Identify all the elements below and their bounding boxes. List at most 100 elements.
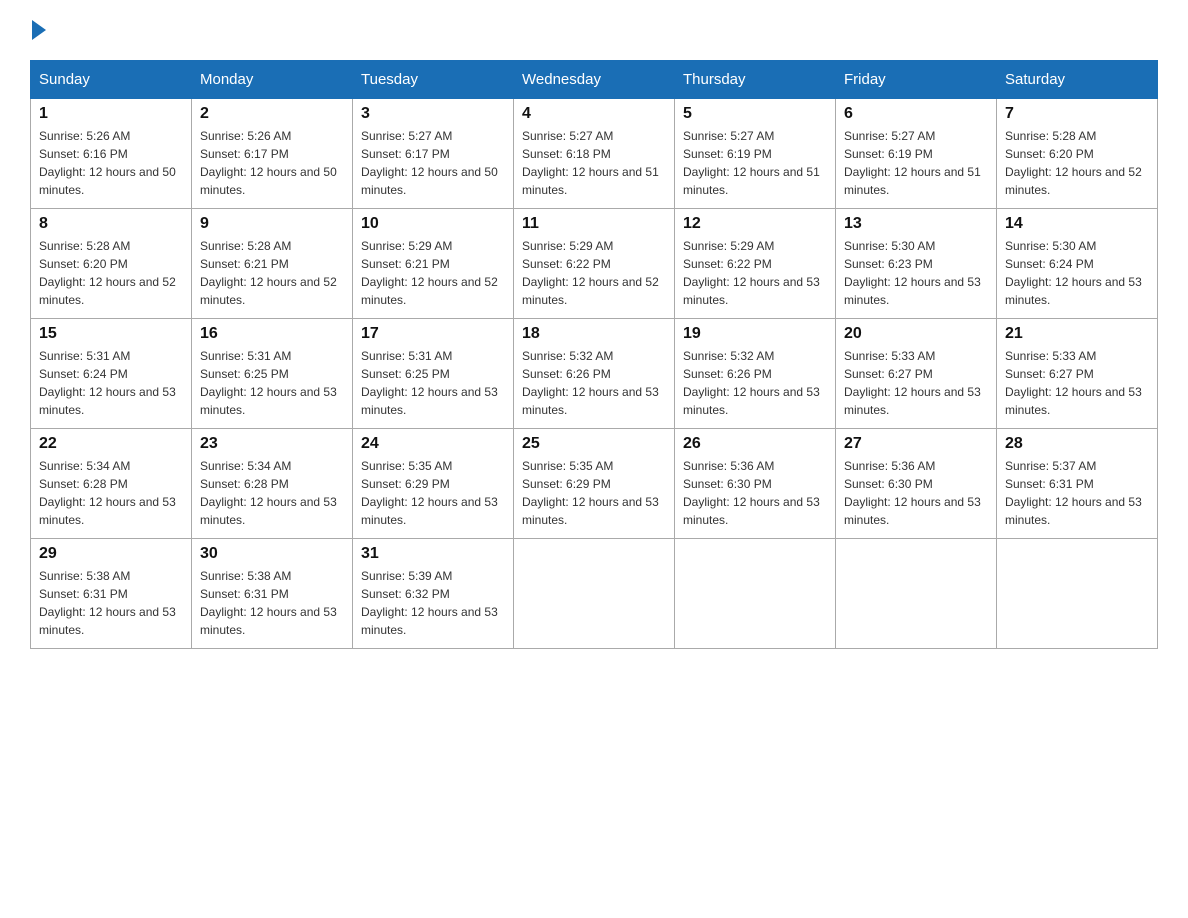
day-number: 22 [39,435,183,453]
day-info: Sunrise: 5:36 AM Sunset: 6:30 PM Dayligh… [844,457,988,529]
day-number: 21 [1005,325,1149,343]
day-number: 7 [1005,105,1149,123]
day-number: 8 [39,215,183,233]
day-number: 10 [361,215,505,233]
calendar-cell: 17 Sunrise: 5:31 AM Sunset: 6:25 PM Dayl… [353,319,514,429]
daylight-label: Daylight: 12 hours and 53 minutes. [39,495,176,527]
calendar-cell: 13 Sunrise: 5:30 AM Sunset: 6:23 PM Dayl… [836,209,997,319]
day-info: Sunrise: 5:29 AM Sunset: 6:22 PM Dayligh… [522,237,666,309]
daylight-label: Daylight: 12 hours and 53 minutes. [683,385,820,417]
sunrise-label: Sunrise: 5:38 AM [200,569,291,583]
sunset-label: Sunset: 6:21 PM [200,257,289,271]
sunset-label: Sunset: 6:23 PM [844,257,933,271]
calendar-cell: 11 Sunrise: 5:29 AM Sunset: 6:22 PM Dayl… [514,209,675,319]
sunrise-label: Sunrise: 5:31 AM [361,349,452,363]
calendar-cell: 21 Sunrise: 5:33 AM Sunset: 6:27 PM Dayl… [997,319,1158,429]
sunrise-label: Sunrise: 5:30 AM [1005,239,1096,253]
calendar-header-row: SundayMondayTuesdayWednesdayThursdayFrid… [31,61,1158,99]
daylight-label: Daylight: 12 hours and 53 minutes. [39,385,176,417]
calendar-cell: 10 Sunrise: 5:29 AM Sunset: 6:21 PM Dayl… [353,209,514,319]
day-number: 13 [844,215,988,233]
day-number: 6 [844,105,988,123]
daylight-label: Daylight: 12 hours and 53 minutes. [1005,275,1142,307]
daylight-label: Daylight: 12 hours and 53 minutes. [361,495,498,527]
calendar-cell: 8 Sunrise: 5:28 AM Sunset: 6:20 PM Dayli… [31,209,192,319]
day-number: 26 [683,435,827,453]
calendar-table: SundayMondayTuesdayWednesdayThursdayFrid… [30,60,1158,649]
sunrise-label: Sunrise: 5:38 AM [39,569,130,583]
calendar-cell: 5 Sunrise: 5:27 AM Sunset: 6:19 PM Dayli… [675,99,836,209]
day-info: Sunrise: 5:29 AM Sunset: 6:22 PM Dayligh… [683,237,827,309]
daylight-label: Daylight: 12 hours and 53 minutes. [683,275,820,307]
sunrise-label: Sunrise: 5:27 AM [844,129,935,143]
calendar-cell: 27 Sunrise: 5:36 AM Sunset: 6:30 PM Dayl… [836,429,997,539]
day-number: 3 [361,105,505,123]
daylight-label: Daylight: 12 hours and 53 minutes. [361,385,498,417]
day-number: 27 [844,435,988,453]
daylight-label: Daylight: 12 hours and 50 minutes. [361,165,498,197]
daylight-label: Daylight: 12 hours and 53 minutes. [39,605,176,637]
day-info: Sunrise: 5:30 AM Sunset: 6:23 PM Dayligh… [844,237,988,309]
sunrise-label: Sunrise: 5:33 AM [1005,349,1096,363]
daylight-label: Daylight: 12 hours and 51 minutes. [844,165,981,197]
day-info: Sunrise: 5:28 AM Sunset: 6:21 PM Dayligh… [200,237,344,309]
sunset-label: Sunset: 6:20 PM [1005,147,1094,161]
day-number: 14 [1005,215,1149,233]
calendar-cell: 16 Sunrise: 5:31 AM Sunset: 6:25 PM Dayl… [192,319,353,429]
day-number: 9 [200,215,344,233]
day-number: 28 [1005,435,1149,453]
daylight-label: Daylight: 12 hours and 51 minutes. [683,165,820,197]
day-number: 29 [39,545,183,563]
daylight-label: Daylight: 12 hours and 51 minutes. [522,165,659,197]
sunrise-label: Sunrise: 5:32 AM [522,349,613,363]
daylight-label: Daylight: 12 hours and 52 minutes. [1005,165,1142,197]
day-number: 5 [683,105,827,123]
calendar-cell: 24 Sunrise: 5:35 AM Sunset: 6:29 PM Dayl… [353,429,514,539]
daylight-label: Daylight: 12 hours and 53 minutes. [844,275,981,307]
day-info: Sunrise: 5:36 AM Sunset: 6:30 PM Dayligh… [683,457,827,529]
sunset-label: Sunset: 6:21 PM [361,257,450,271]
day-info: Sunrise: 5:38 AM Sunset: 6:31 PM Dayligh… [200,567,344,639]
sunset-label: Sunset: 6:19 PM [844,147,933,161]
sunrise-label: Sunrise: 5:28 AM [39,239,130,253]
day-info: Sunrise: 5:27 AM Sunset: 6:19 PM Dayligh… [844,127,988,199]
day-number: 17 [361,325,505,343]
sunrise-label: Sunrise: 5:36 AM [683,459,774,473]
day-info: Sunrise: 5:37 AM Sunset: 6:31 PM Dayligh… [1005,457,1149,529]
daylight-label: Daylight: 12 hours and 50 minutes. [39,165,176,197]
sunset-label: Sunset: 6:29 PM [522,477,611,491]
sunrise-label: Sunrise: 5:27 AM [361,129,452,143]
column-header-wednesday: Wednesday [514,61,675,99]
sunrise-label: Sunrise: 5:26 AM [200,129,291,143]
sunrise-label: Sunrise: 5:29 AM [361,239,452,253]
day-info: Sunrise: 5:34 AM Sunset: 6:28 PM Dayligh… [200,457,344,529]
calendar-cell: 28 Sunrise: 5:37 AM Sunset: 6:31 PM Dayl… [997,429,1158,539]
sunset-label: Sunset: 6:26 PM [522,367,611,381]
logo-blue-part [30,20,46,40]
sunrise-label: Sunrise: 5:33 AM [844,349,935,363]
day-info: Sunrise: 5:32 AM Sunset: 6:26 PM Dayligh… [683,347,827,419]
sunset-label: Sunset: 6:28 PM [39,477,128,491]
calendar-cell [836,539,997,649]
sunset-label: Sunset: 6:31 PM [39,587,128,601]
day-number: 12 [683,215,827,233]
sunset-label: Sunset: 6:28 PM [200,477,289,491]
sunset-label: Sunset: 6:22 PM [522,257,611,271]
day-number: 25 [522,435,666,453]
daylight-label: Daylight: 12 hours and 53 minutes. [844,495,981,527]
page-header [30,20,1158,40]
calendar-cell [675,539,836,649]
calendar-cell: 14 Sunrise: 5:30 AM Sunset: 6:24 PM Dayl… [997,209,1158,319]
day-info: Sunrise: 5:31 AM Sunset: 6:25 PM Dayligh… [200,347,344,419]
day-info: Sunrise: 5:32 AM Sunset: 6:26 PM Dayligh… [522,347,666,419]
day-info: Sunrise: 5:38 AM Sunset: 6:31 PM Dayligh… [39,567,183,639]
sunset-label: Sunset: 6:24 PM [39,367,128,381]
day-info: Sunrise: 5:31 AM Sunset: 6:25 PM Dayligh… [361,347,505,419]
daylight-label: Daylight: 12 hours and 53 minutes. [200,605,337,637]
sunset-label: Sunset: 6:18 PM [522,147,611,161]
day-info: Sunrise: 5:26 AM Sunset: 6:16 PM Dayligh… [39,127,183,199]
day-info: Sunrise: 5:35 AM Sunset: 6:29 PM Dayligh… [522,457,666,529]
day-info: Sunrise: 5:26 AM Sunset: 6:17 PM Dayligh… [200,127,344,199]
day-info: Sunrise: 5:28 AM Sunset: 6:20 PM Dayligh… [39,237,183,309]
day-info: Sunrise: 5:35 AM Sunset: 6:29 PM Dayligh… [361,457,505,529]
